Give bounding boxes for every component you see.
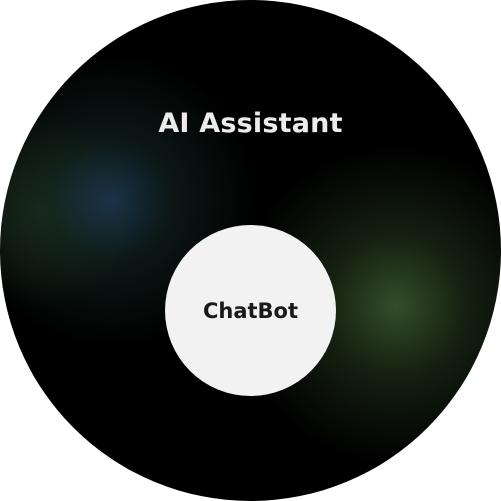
inner-circle-label: ChatBot: [202, 298, 299, 323]
diagram-canvas: AI Assistant ChatBot: [0, 0, 501, 501]
outer-circle-label: AI Assistant: [158, 108, 343, 139]
outer-circle-ai-assistant: AI Assistant ChatBot: [0, 0, 501, 501]
inner-circle-chatbot: ChatBot: [165, 225, 336, 396]
